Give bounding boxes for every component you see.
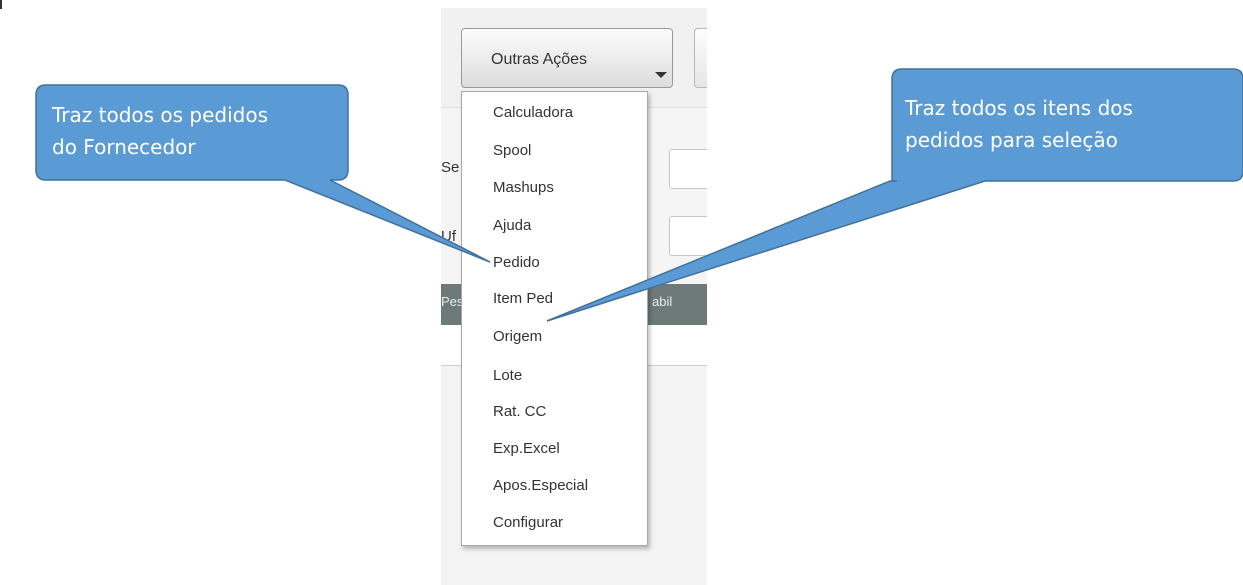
menu-item-item-ped[interactable]: Item Ped: [493, 289, 553, 309]
stray-mark: [0, 0, 2, 9]
menu-item-ajuda[interactable]: Ajuda: [493, 216, 531, 236]
callout-left-text: Traz todos os pedidos do Fornecedor: [52, 99, 268, 163]
form-input[interactable]: [669, 149, 707, 189]
callout-right-text: Traz todos os itens dos pedidos para sel…: [905, 92, 1133, 156]
menu-item-apos-especial[interactable]: Apos.Especial: [493, 476, 588, 496]
callout-right-line: Traz todos os itens dos: [905, 96, 1133, 120]
form-label: Se: [441, 159, 460, 176]
menu-item-mashups[interactable]: Mashups: [493, 178, 554, 198]
menu-item-exp-excel[interactable]: Exp.Excel: [493, 439, 560, 459]
grid-header-text: abil: [652, 294, 673, 309]
menu-item-pedido[interactable]: Pedido: [493, 253, 540, 273]
menu-item-lote[interactable]: Lote: [493, 366, 522, 386]
menu-item-configurar[interactable]: Configurar: [493, 513, 563, 533]
menu-item-rat-cc[interactable]: Rat. CC: [493, 402, 546, 422]
outras-acoes-label: Outras Ações: [491, 51, 588, 68]
form-label: Uf: [441, 228, 456, 245]
callout-left-line: do Fornecedor: [52, 135, 196, 159]
toolbar-button-next[interactable]: [694, 28, 707, 88]
menu-item-origem[interactable]: Origem: [493, 327, 542, 347]
caret-down-icon: [655, 72, 667, 78]
callout-right-line: pedidos para seleção: [905, 128, 1118, 152]
menu-item-calculadora[interactable]: Calculadora: [493, 103, 573, 123]
outras-acoes-dropdown: Calculadora Spool Mashups Ajuda Pedido I…: [461, 91, 648, 546]
callout-left-line: Traz todos os pedidos: [52, 103, 269, 127]
form-input[interactable]: [669, 216, 707, 256]
outras-acoes-button[interactable]: Outras Ações: [461, 28, 673, 88]
menu-item-spool[interactable]: Spool: [493, 141, 531, 161]
